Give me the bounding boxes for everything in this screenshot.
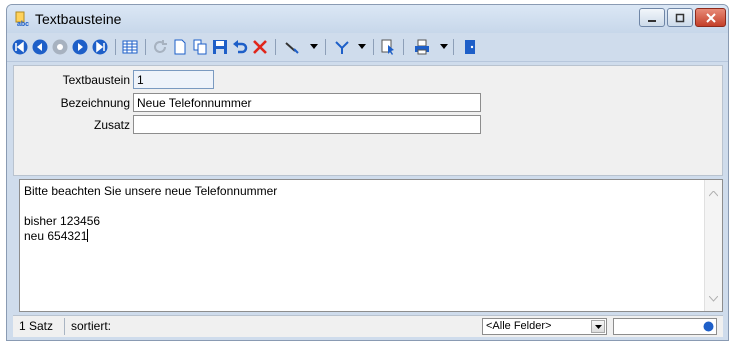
- toolbar-separator: [453, 39, 454, 55]
- current-record-button[interactable]: [51, 38, 69, 56]
- toolbar-separator: [275, 39, 276, 55]
- textbaustein-value: 1: [137, 73, 144, 87]
- next-record-button[interactable]: [71, 38, 89, 56]
- chevron-down-icon[interactable]: [708, 291, 719, 305]
- table-view-button[interactable]: [121, 38, 139, 56]
- exit-door-icon: [462, 39, 478, 55]
- print-icon: [414, 39, 430, 55]
- status-divider: [64, 318, 65, 335]
- filter-icon: [334, 39, 350, 55]
- delete-icon: [252, 39, 268, 55]
- copy-record-button[interactable]: [191, 38, 209, 56]
- select-button[interactable]: [379, 38, 397, 56]
- bezeichnung-field[interactable]: Neue Telefonnummer: [133, 93, 481, 112]
- field-select-value: <Alle Felder>: [486, 320, 552, 332]
- maximize-button[interactable]: [667, 8, 693, 27]
- undo-icon: [232, 39, 248, 55]
- search-input[interactable]: [613, 318, 717, 335]
- undo-button[interactable]: [231, 38, 249, 56]
- memo-line: neu 654321: [24, 229, 88, 243]
- toolbar-separator: [325, 39, 326, 55]
- minimize-icon: [640, 9, 664, 26]
- field-select[interactable]: <Alle Felder>: [482, 318, 607, 335]
- new-record-icon: [172, 39, 188, 55]
- save-button[interactable]: [211, 38, 229, 56]
- window-title: Textbausteine: [35, 11, 122, 27]
- tools-button[interactable]: [283, 38, 301, 56]
- toolbar-separator: [373, 39, 374, 55]
- chevron-down-icon: [310, 44, 318, 50]
- chevron-down-icon: [440, 44, 448, 50]
- chevron-down-icon[interactable]: [591, 320, 605, 333]
- first-record-icon: [12, 39, 28, 55]
- text-modules-icon: abc: [15, 11, 31, 28]
- refresh-button[interactable]: [151, 38, 169, 56]
- svg-text:abc: abc: [17, 21, 29, 27]
- copy-record-icon: [192, 39, 208, 55]
- record-count: 1 Satz: [19, 319, 54, 333]
- first-record-button[interactable]: [11, 38, 29, 56]
- textbausteine-window: abc Textbausteine Textbaustein 1 Bezeich…: [6, 4, 729, 341]
- chevron-down-icon: [358, 44, 366, 50]
- minimize-button[interactable]: [639, 8, 665, 27]
- chevron-up-icon[interactable]: [708, 186, 719, 200]
- status-bar: 1 Satz sortiert: <Alle Felder>: [13, 315, 723, 337]
- text-memo[interactable]: Bitte beachten Sie unsere neue Telefonnu…: [19, 179, 723, 312]
- memo-line: bisher 123456: [24, 214, 101, 228]
- title-bar[interactable]: abc Textbausteine: [7, 5, 728, 33]
- sort-status: sortiert:: [71, 319, 112, 333]
- delete-button[interactable]: [251, 38, 269, 56]
- toolbar-separator: [115, 39, 116, 55]
- print-button[interactable]: [413, 38, 431, 56]
- tools-icon: [284, 39, 300, 55]
- print-dropdown[interactable]: [435, 38, 453, 56]
- exit-button[interactable]: [461, 38, 479, 56]
- close-button[interactable]: [695, 8, 726, 27]
- toolbar-separator: [145, 39, 146, 55]
- textbaustein-field[interactable]: 1: [133, 70, 214, 89]
- previous-record-icon: [32, 39, 48, 55]
- select-cursor-icon: [380, 39, 396, 55]
- form-panel: Textbaustein 1 Bezeichnung Neue Telefonn…: [13, 65, 723, 176]
- current-record-icon: [52, 39, 68, 55]
- last-record-icon: [92, 39, 108, 55]
- table-view-icon: [122, 39, 138, 55]
- next-record-icon: [72, 39, 88, 55]
- filter-dropdown[interactable]: [353, 38, 371, 56]
- refresh-icon: [152, 39, 168, 55]
- previous-record-button[interactable]: [31, 38, 49, 56]
- memo-line: Bitte beachten Sie unsere neue Telefonnu…: [24, 184, 278, 198]
- textbaustein-label: Textbaustein: [62, 73, 130, 87]
- bezeichnung-value: Neue Telefonnummer: [137, 96, 252, 110]
- search-orb-icon[interactable]: [703, 321, 714, 335]
- filter-button[interactable]: [333, 38, 351, 56]
- memo-text: Bitte beachten Sie unsere neue Telefonnu…: [24, 184, 277, 244]
- toolbar-separator: [403, 39, 404, 55]
- text-caret: [87, 229, 89, 242]
- bezeichnung-label: Bezeichnung: [60, 96, 130, 110]
- vertical-scrollbar[interactable]: [704, 180, 722, 311]
- zusatz-field[interactable]: [133, 115, 481, 134]
- zusatz-label: Zusatz: [93, 118, 130, 132]
- toolbar: [7, 33, 728, 62]
- maximize-icon: [668, 9, 692, 26]
- last-record-button[interactable]: [91, 38, 109, 56]
- save-icon: [212, 39, 228, 55]
- tools-dropdown[interactable]: [305, 38, 323, 56]
- close-icon: [696, 9, 725, 26]
- new-record-button[interactable]: [171, 38, 189, 56]
